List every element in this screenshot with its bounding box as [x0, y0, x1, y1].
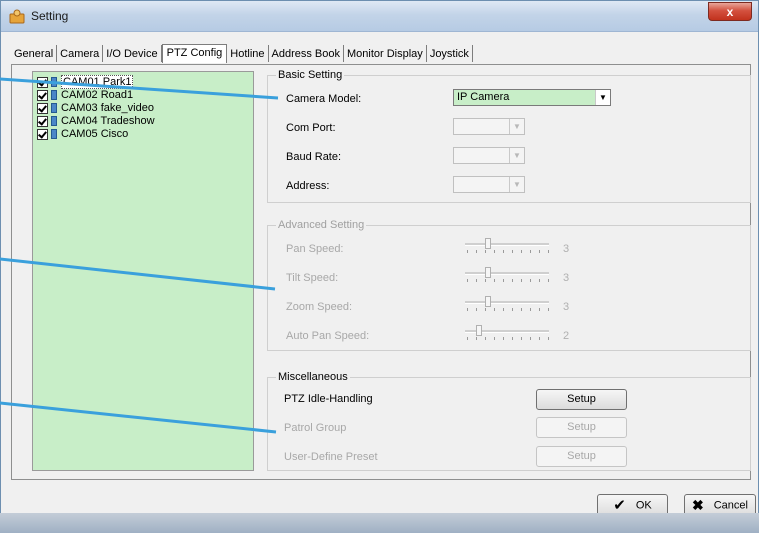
pan-speed-value: 3 — [563, 243, 570, 255]
camera-item-cam04[interactable]: CAM04 Tradeshow — [37, 115, 155, 128]
slider-thumb[interactable] — [485, 267, 491, 278]
tilt-speed-slider[interactable] — [465, 267, 551, 283]
ptz-idle-handling-label: PTZ Idle-Handling — [284, 393, 373, 405]
camera-label: CAM01 Park1 — [61, 75, 134, 90]
tab-hotline[interactable]: Hotline — [227, 45, 269, 62]
address-label: Address: — [286, 180, 330, 192]
camera-label: CAM05 Cisco — [61, 128, 129, 141]
tab-joystick[interactable]: Joystick — [427, 45, 473, 62]
advanced-setting-title: Advanced Setting — [276, 219, 367, 231]
app-icon — [9, 9, 25, 24]
camera-icon — [51, 116, 57, 127]
baud-rate-select[interactable]: ▼ — [453, 147, 525, 164]
auto-pan-speed-label: Auto Pan Speed: — [286, 330, 370, 342]
camera-label: CAM02 Road1 — [61, 89, 134, 102]
camera-icon — [51, 77, 57, 88]
tab-monitor-display[interactable]: Monitor Display — [344, 45, 427, 62]
checkbox-checked-icon[interactable] — [37, 115, 48, 127]
tab-address-book[interactable]: Address Book — [269, 45, 344, 62]
tab-ptz-config[interactable]: PTZ Config — [161, 44, 228, 63]
zoom-speed-label: Zoom Speed: — [286, 301, 353, 313]
camera-item-cam01[interactable]: CAM01 Park1 — [37, 75, 134, 90]
patrol-group-label: Patrol Group — [284, 422, 347, 434]
auto-pan-speed-value: 2 — [563, 330, 570, 342]
camera-icon — [51, 103, 57, 114]
user-define-preset-label: User-Define Preset — [284, 451, 378, 463]
taskbar — [0, 513, 759, 533]
camera-model-select[interactable]: IP Camera ▼ — [453, 89, 611, 106]
auto-pan-speed-slider[interactable] — [465, 325, 551, 341]
camera-label: CAM03 fake_video — [61, 102, 154, 115]
dropdown-arrow-icon: ▼ — [509, 119, 524, 134]
camera-item-cam03[interactable]: CAM03 fake_video — [37, 102, 154, 115]
camera-model-label: Camera Model: — [286, 93, 362, 105]
basic-setting-title: Basic Setting — [276, 69, 345, 81]
slider-thumb[interactable] — [485, 238, 491, 249]
zoom-speed-slider[interactable] — [465, 296, 551, 312]
close-button[interactable]: x — [708, 2, 752, 21]
camera-icon — [51, 90, 57, 101]
tilt-speed-value: 3 — [563, 272, 570, 284]
window-title: Setting — [31, 9, 69, 23]
zoom-speed-value: 3 — [563, 301, 570, 313]
miscellaneous-title: Miscellaneous — [276, 371, 350, 383]
baud-rate-label: Baud Rate: — [286, 151, 342, 163]
tab-camera[interactable]: Camera — [57, 45, 104, 62]
checkmark-icon: ✔ — [613, 497, 626, 514]
user-define-preset-setup-button[interactable]: Setup — [536, 446, 627, 467]
dropdown-arrow-icon: ▼ — [595, 90, 610, 105]
checkbox-checked-icon[interactable] — [37, 128, 48, 140]
camera-icon — [51, 129, 57, 140]
tab-general[interactable]: General — [11, 45, 58, 62]
camera-label: CAM04 Tradeshow — [61, 115, 155, 128]
slider-thumb[interactable] — [485, 296, 491, 307]
camera-item-cam02[interactable]: CAM02 Road1 — [37, 89, 133, 102]
slider-thumb[interactable] — [476, 325, 482, 336]
setting-window: Setting x General Camera I/O Device PTZ Con… — [0, 0, 759, 527]
pan-speed-slider[interactable] — [465, 238, 551, 254]
checkbox-checked-icon[interactable] — [37, 76, 48, 88]
idle-handling-setup-button[interactable]: Setup — [536, 389, 627, 410]
camera-item-cam05[interactable]: CAM05 Cisco — [37, 128, 128, 141]
title-bar[interactable]: Setting x — [1, 1, 758, 32]
dropdown-arrow-icon: ▼ — [509, 177, 524, 192]
dropdown-arrow-icon: ▼ — [509, 148, 524, 163]
address-select[interactable]: ▼ — [453, 176, 525, 193]
ok-label: OK — [635, 499, 652, 512]
camera-list[interactable]: CAM01 Park1 CAM02 Road1 CAM03 fake_video… — [32, 71, 254, 471]
tab-io-device[interactable]: I/O Device — [103, 45, 162, 62]
x-icon: ✖ — [692, 497, 704, 513]
patrol-group-setup-button[interactable]: Setup — [536, 417, 627, 438]
checkbox-checked-icon[interactable] — [37, 102, 48, 114]
cancel-label: Cancel — [713, 499, 748, 512]
camera-model-value: IP Camera — [457, 91, 510, 103]
pan-speed-label: Pan Speed: — [286, 243, 344, 255]
com-port-select[interactable]: ▼ — [453, 118, 525, 135]
tilt-speed-label: Tilt Speed: — [286, 272, 339, 284]
checkbox-checked-icon[interactable] — [37, 89, 48, 101]
com-port-label: Com Port: — [286, 122, 336, 134]
